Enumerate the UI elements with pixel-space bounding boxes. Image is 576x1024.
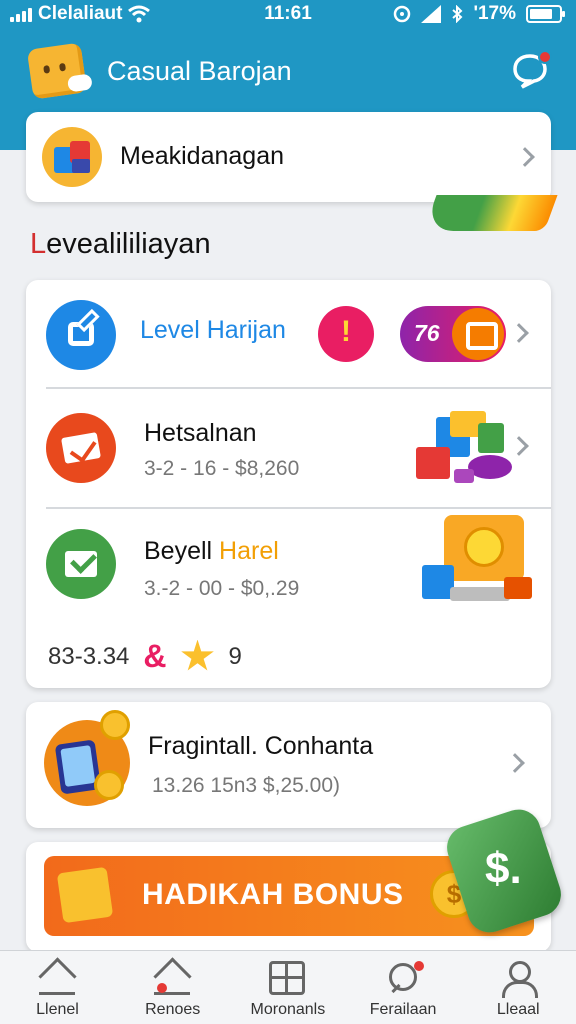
section-title-rest: evealililiayan: [46, 228, 211, 260]
edit-square-icon: [46, 300, 116, 370]
user-icon: [500, 961, 538, 998]
list-item[interactable]: Level Harijan 76: [26, 280, 551, 388]
bottom-nav: Llenel Renoes Moronanls Ferailaan Lleaal: [0, 950, 576, 1024]
fragment-subtitle: 13.26 15n3 $,25.00): [152, 774, 340, 797]
list-item[interactable]: Beyell Harel 3.-2 - 00 - $0,.29: [26, 509, 551, 629]
nav-item-moronanls[interactable]: Moronanls: [230, 951, 345, 1024]
home-icon: [39, 961, 75, 995]
stats-line: 83-3.34 & 9: [48, 638, 242, 675]
money-badge-text: $.: [485, 844, 522, 894]
bonus-label: HADIKAH BONUS: [142, 878, 404, 911]
bonus-card[interactable]: HADIKAH BONUS $ $.: [26, 803, 567, 952]
row-title: Beyell Harel: [144, 537, 279, 566]
nav-item-lleaal[interactable]: Lleaal: [461, 951, 576, 1024]
notification-dot: [538, 50, 552, 64]
shopping-icon: [42, 127, 102, 187]
fragment-card[interactable]: Fragintall. Conhanta 13.26 15n3 $,25.00): [26, 702, 551, 828]
alert-dot: [413, 961, 424, 971]
stats-value: 83-3.34: [48, 642, 130, 670]
nav-label: Moronanls: [250, 1001, 326, 1018]
fragment-title: Fragintall. Conhanta: [148, 732, 374, 760]
row-subtitle: 3.-2 - 00 - $0,.29: [144, 577, 300, 600]
stats-count: 9: [228, 642, 242, 670]
row-title-part1: Beyell: [144, 537, 220, 565]
chat-button[interactable]: [510, 50, 552, 90]
nav-item-ferailaan[interactable]: Ferailaan: [346, 951, 461, 1024]
checkbox-icon: [46, 529, 116, 599]
pill-number: 76: [414, 320, 440, 346]
row-title: Hetsalnan: [144, 419, 257, 447]
nav-label: Lleaal: [496, 1001, 540, 1018]
nav-item-renoes[interactable]: Renoes: [115, 951, 230, 1024]
cell-signal-icon: [421, 5, 442, 23]
tablet-coins-icon: [44, 710, 130, 806]
star-icon: [181, 639, 214, 671]
ticket-icon: [452, 308, 504, 360]
ampersand-icon: &: [143, 638, 167, 674]
list-item[interactable]: Hetsalnan 3-2 - 16 - $8,260: [26, 389, 551, 507]
status-bar: Clelaliaut 11:61 '17%: [0, 0, 576, 30]
chevron-right-icon: [509, 323, 529, 343]
row-subtitle: 3-2 - 16 - $8,260: [144, 457, 300, 480]
chevron-right-icon: [505, 753, 525, 773]
battery-icon: [526, 5, 565, 23]
level-list-card: Level Harijan 76 Hetsalnan 3-2 - 16 - $8…: [26, 280, 551, 688]
nav-item-level[interactable]: Llenel: [0, 951, 115, 1024]
nav-label: Ferailaan: [369, 1001, 437, 1018]
battery-percent: '17%: [473, 3, 516, 24]
app-logo: [26, 42, 88, 100]
section-title: Levealililiayan: [30, 228, 211, 261]
note-icon: [46, 413, 116, 483]
alarm-icon: [394, 5, 411, 23]
app-header: Casual Barojan: [0, 40, 576, 102]
nav-label: Llenel: [36, 1001, 79, 1018]
chevron-right-icon: [515, 147, 535, 167]
section-title-first: L: [30, 228, 47, 260]
featured-card[interactable]: Meakidanagan: [26, 112, 551, 202]
money-safe-illustration: [420, 513, 534, 605]
gift-card-icon: [56, 866, 114, 924]
level-pill[interactable]: 76: [400, 306, 506, 362]
status-right: '17%: [393, 3, 565, 25]
alert-badge-icon: [318, 306, 374, 362]
grid-icon: [269, 961, 306, 995]
shop-illustration: [414, 407, 514, 487]
featured-label: Meakidanagan: [120, 142, 285, 170]
bluetooth-icon: [452, 5, 463, 23]
decorative-stripe: [423, 195, 558, 231]
row-title: Level Harijan: [140, 316, 286, 344]
row-title-part2: Harel: [219, 537, 279, 565]
nav-label: Renoes: [145, 1001, 201, 1018]
app-title: Casual Barojan: [107, 56, 292, 86]
